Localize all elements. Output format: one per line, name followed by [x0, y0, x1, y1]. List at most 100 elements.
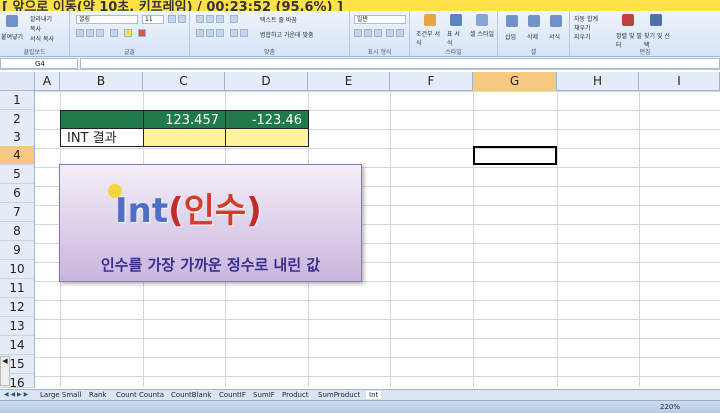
- sheet-tab-sumif[interactable]: SumIF: [253, 391, 275, 399]
- align-right-icon[interactable]: [216, 29, 224, 37]
- underline-icon[interactable]: [96, 29, 104, 37]
- currency-icon[interactable]: [354, 29, 362, 37]
- cell-d3[interactable]: [225, 128, 309, 147]
- copy-button[interactable]: 복사: [30, 24, 41, 33]
- align-bottom-icon[interactable]: [216, 15, 224, 23]
- clear-button[interactable]: 지우기: [574, 32, 591, 41]
- italic-icon[interactable]: [86, 29, 94, 37]
- row-header-3[interactable]: 3: [0, 128, 35, 147]
- sheet-tab-countblank[interactable]: CountBlank: [171, 391, 211, 399]
- name-box[interactable]: G4: [0, 58, 78, 69]
- align-center-icon[interactable]: [206, 29, 214, 37]
- row-header-13[interactable]: 13: [0, 317, 35, 336]
- cell-b2[interactable]: [60, 110, 144, 129]
- column-header-d[interactable]: D: [225, 72, 308, 91]
- conditional-format-button[interactable]: 조건부 서식: [416, 29, 442, 47]
- active-cell-g4[interactable]: [473, 146, 557, 165]
- cut-button[interactable]: 잘라내기: [30, 14, 52, 23]
- row-header-6[interactable]: 6: [0, 184, 35, 203]
- row-header-1[interactable]: 1: [0, 91, 35, 110]
- row-header-10[interactable]: 10: [0, 260, 35, 279]
- number-format-combo[interactable]: 일반: [354, 15, 406, 24]
- select-all-corner[interactable]: [0, 72, 35, 91]
- editing-group: 자동 합계 채우기 지우기 정렬 및 필터 찾기 및 선택 편집: [570, 11, 720, 57]
- zoom-level[interactable]: 220%: [660, 403, 680, 411]
- align-middle-icon[interactable]: [206, 15, 214, 23]
- font-color-icon[interactable]: [138, 29, 146, 37]
- column-header-c[interactable]: C: [143, 72, 225, 91]
- formula-input[interactable]: [80, 58, 720, 69]
- table-format-button[interactable]: 표 서식: [447, 29, 465, 47]
- increase-indent-icon[interactable]: [240, 29, 248, 37]
- font-size-combo[interactable]: 11: [142, 15, 164, 24]
- column-header-e[interactable]: E: [308, 72, 390, 91]
- cell-c3[interactable]: [143, 128, 226, 147]
- delete-button[interactable]: 삭제: [527, 32, 538, 41]
- insert-button[interactable]: 삽입: [505, 32, 516, 41]
- paste-button[interactable]: 붙여넣기: [1, 32, 23, 41]
- format-button[interactable]: 서식: [549, 32, 560, 41]
- column-header-f[interactable]: F: [390, 72, 473, 91]
- playback-side-control[interactable]: ◀: [0, 356, 10, 386]
- wrap-text-button[interactable]: 텍스트 줄 바꿈: [260, 15, 297, 24]
- row-header-2[interactable]: 2: [0, 110, 35, 129]
- sheet-tab-rank[interactable]: Rank: [89, 391, 107, 399]
- number-label: 표시 형식: [367, 49, 392, 56]
- conditional-format-icon[interactable]: [424, 14, 436, 26]
- insert-cells-icon[interactable]: [506, 15, 518, 27]
- column-header-g[interactable]: G: [473, 72, 557, 91]
- align-left-icon[interactable]: [196, 29, 204, 37]
- ribbon: 붙여넣기 잘라내기 복사 서식 복사 클립보드 굴림 11 글꼴 텍스트 줄 바…: [0, 11, 720, 57]
- cell-style-icon[interactable]: [476, 14, 488, 26]
- sheet-tab-product[interactable]: Product: [282, 391, 309, 399]
- column-header-h[interactable]: H: [557, 72, 639, 91]
- autosum-button[interactable]: 자동 합계: [574, 14, 598, 23]
- sheet-tab-countif[interactable]: CountIF: [219, 391, 246, 399]
- decrease-indent-icon[interactable]: [230, 29, 238, 37]
- cell-d2[interactable]: -123.46: [225, 110, 309, 129]
- paste-icon[interactable]: [6, 15, 18, 27]
- column-header-i[interactable]: I: [639, 72, 720, 91]
- bold-icon[interactable]: [76, 29, 84, 37]
- sheet-tab-large-small[interactable]: Large Small: [40, 391, 81, 399]
- fill-button[interactable]: 채우기: [574, 23, 591, 32]
- cell-b3[interactable]: INT 결과: [60, 128, 144, 147]
- function-title: Int(인수): [115, 183, 262, 232]
- tab-nav-arrows-icon[interactable]: ◀ ◀ ▶ ▶: [4, 391, 28, 398]
- merge-center-button[interactable]: 병합하고 가운데 맞춤: [260, 30, 314, 39]
- sheet-tab-count-counta[interactable]: Count Counta: [116, 391, 164, 399]
- comma-icon[interactable]: [374, 29, 382, 37]
- row-header-9[interactable]: 9: [0, 241, 35, 260]
- column-header-b[interactable]: B: [60, 72, 143, 91]
- font-name-combo[interactable]: 굴림: [76, 15, 138, 24]
- cell-style-button[interactable]: 셀 스타일: [470, 29, 496, 38]
- row-header-8[interactable]: 8: [0, 222, 35, 241]
- delete-cells-icon[interactable]: [528, 15, 540, 27]
- percent-icon[interactable]: [364, 29, 372, 37]
- row-header-5[interactable]: 5: [0, 165, 35, 184]
- find-select-icon[interactable]: [650, 14, 662, 26]
- sort-filter-icon[interactable]: [622, 14, 634, 26]
- row-header-14[interactable]: 14: [0, 336, 35, 355]
- orientation-icon[interactable]: [230, 15, 238, 23]
- table-format-icon[interactable]: [450, 14, 462, 26]
- cell-c2[interactable]: 123.457: [143, 110, 226, 129]
- grow-font-icon[interactable]: [168, 15, 176, 23]
- mouse-cursor-highlight: [108, 184, 122, 198]
- row-header-12[interactable]: 12: [0, 298, 35, 317]
- row-header-7[interactable]: 7: [0, 203, 35, 222]
- shrink-font-icon[interactable]: [178, 15, 186, 23]
- border-icon[interactable]: [110, 29, 118, 37]
- fill-color-icon[interactable]: [124, 29, 132, 37]
- sheet-tab-sumproduct[interactable]: SumProduct: [318, 391, 360, 399]
- decrease-decimal-icon[interactable]: [396, 29, 404, 37]
- row-header-11[interactable]: 11: [0, 279, 35, 298]
- align-top-icon[interactable]: [196, 15, 204, 23]
- cells-group: 삽입 삭제 서식 셀: [498, 11, 570, 57]
- increase-decimal-icon[interactable]: [386, 29, 394, 37]
- sheet-tab-int[interactable]: Int: [366, 391, 382, 399]
- format-cells-icon[interactable]: [550, 15, 562, 27]
- column-header-a[interactable]: A: [35, 72, 60, 91]
- format-painter-button[interactable]: 서식 복사: [30, 34, 54, 43]
- row-header-4[interactable]: 4: [0, 146, 35, 165]
